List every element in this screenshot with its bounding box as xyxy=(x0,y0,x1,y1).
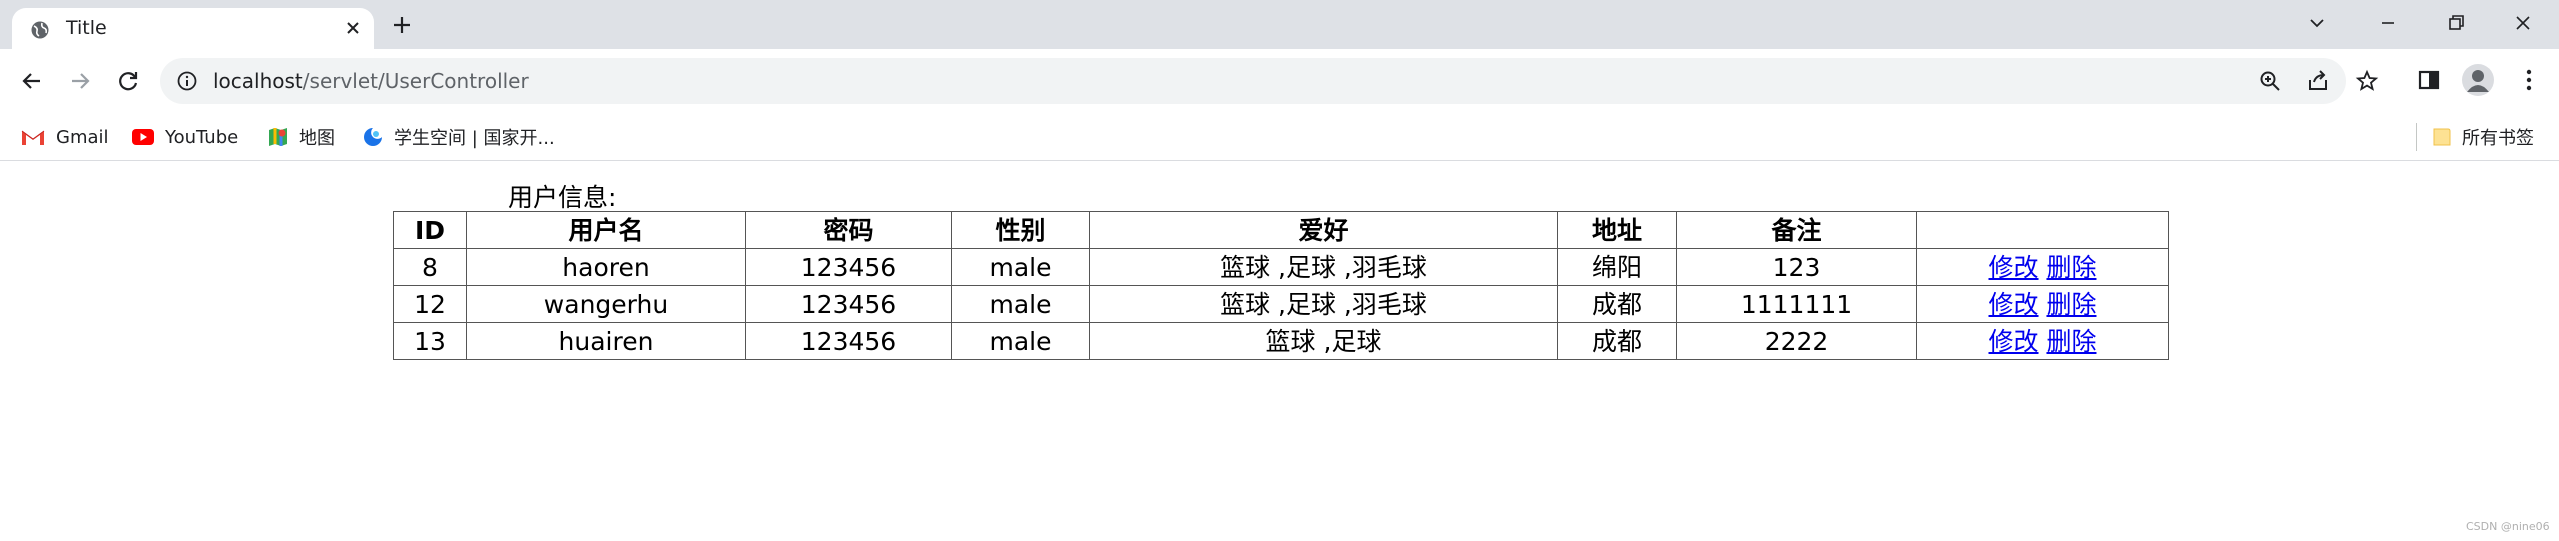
header-id: ID xyxy=(393,211,467,249)
bookmark-label: 地图 xyxy=(299,128,335,149)
page-content: 用户信息: ID 用户名 密码 性别 爱好 地址 备注 8 haoren 123… xyxy=(0,162,2559,541)
users-table: ID 用户名 密码 性别 爱好 地址 备注 8 haoren 123456 ma… xyxy=(393,211,2169,360)
edit-link[interactable]: 修改 xyxy=(1989,327,2039,356)
maps-icon xyxy=(269,128,287,146)
cell-username: wangerhu xyxy=(466,285,746,323)
all-bookmarks[interactable]: 所有书签 xyxy=(2432,123,2534,151)
share-icon[interactable] xyxy=(2306,69,2330,93)
cell-id: 13 xyxy=(393,322,467,360)
cell-address: 绵阳 xyxy=(1557,248,1677,286)
cell-note: 2222 xyxy=(1676,322,1917,360)
cell-password: 123456 xyxy=(745,322,952,360)
cell-address: 成都 xyxy=(1557,322,1677,360)
gmail-icon xyxy=(21,130,45,145)
delete-link[interactable]: 删除 xyxy=(2046,290,2096,319)
forward-arrow-icon[interactable] xyxy=(66,67,94,95)
all-bookmarks-label: 所有书签 xyxy=(2462,128,2534,149)
cell-gender: male xyxy=(951,248,1090,286)
site-info-icon[interactable] xyxy=(176,70,198,92)
table-row: 8 haoren 123456 male 篮球 ,足球 ,羽毛球 绵阳 123 … xyxy=(393,248,2169,286)
page-heading: 用户信息: xyxy=(508,183,617,212)
menu-kebab-icon[interactable] xyxy=(2515,66,2543,94)
bookmarks-divider xyxy=(2416,123,2417,151)
delete-link[interactable]: 删除 xyxy=(2046,253,2096,282)
header-actions xyxy=(1916,211,2169,249)
cell-password: 123456 xyxy=(745,248,952,286)
edit-link[interactable]: 修改 xyxy=(1989,253,2039,282)
header-password: 密码 xyxy=(745,211,952,249)
tab-title: Title xyxy=(66,17,107,39)
side-panel-icon[interactable] xyxy=(2415,66,2443,94)
cell-gender: male xyxy=(951,285,1090,323)
edit-link[interactable]: 修改 xyxy=(1989,290,2039,319)
youtube-icon xyxy=(132,129,154,145)
tab-strip: Title xyxy=(0,0,2559,49)
folder-icon xyxy=(2433,128,2451,146)
cell-actions: 修改 删除 xyxy=(1916,248,2169,286)
delete-link[interactable]: 删除 xyxy=(2046,327,2096,356)
profile-avatar[interactable] xyxy=(2462,64,2494,96)
table-row: 12 wangerhu 123456 male 篮球 ,足球 ,羽毛球 成都 1… xyxy=(393,285,2169,323)
close-tab-icon[interactable] xyxy=(342,17,364,39)
bookmark-student-space[interactable]: 学生空间 | 国家开... xyxy=(362,123,555,151)
cell-actions: 修改 删除 xyxy=(1916,322,2169,360)
url-path: /servlet/UserController xyxy=(302,69,529,93)
bookmarks-bar: Gmail YouTube 地图 学生空间 | 国家开... 所有书签 xyxy=(0,113,2559,161)
header-gender: 性别 xyxy=(951,211,1090,249)
browser-toolbar: localhost/servlet/UserController xyxy=(0,49,2559,113)
student-space-icon xyxy=(364,128,382,146)
person-icon xyxy=(2467,70,2489,92)
table-row: 13 huairen 123456 male 篮球 ,足球 成都 2222 修改… xyxy=(393,322,2169,360)
cell-hobby: 篮球 ,足球 ,羽毛球 xyxy=(1089,248,1558,286)
cell-id: 8 xyxy=(393,248,467,286)
cell-username: haoren xyxy=(466,248,746,286)
restore-icon[interactable] xyxy=(2443,10,2469,36)
globe-icon xyxy=(31,21,49,39)
bookmark-maps[interactable]: 地图 xyxy=(267,123,335,151)
tab-search-chevron-icon[interactable] xyxy=(2304,10,2330,36)
cell-id: 12 xyxy=(393,285,467,323)
cell-hobby: 篮球 ,足球 xyxy=(1089,322,1558,360)
bookmark-star-icon[interactable] xyxy=(2355,69,2379,93)
address-bar[interactable]: localhost/servlet/UserController xyxy=(160,58,2379,104)
new-tab-icon[interactable] xyxy=(390,13,414,37)
back-arrow-icon[interactable] xyxy=(18,67,46,95)
cell-address: 成都 xyxy=(1557,285,1677,323)
watermark: CSDN @nine06 xyxy=(2466,520,2550,533)
table-header-row: ID 用户名 密码 性别 爱好 地址 备注 xyxy=(393,211,2169,249)
url-host: localhost xyxy=(213,69,303,93)
minimize-icon[interactable] xyxy=(2375,10,2401,36)
cell-username: huairen xyxy=(466,322,746,360)
cell-note: 1111111 xyxy=(1676,285,1917,323)
cell-gender: male xyxy=(951,322,1090,360)
cell-note: 123 xyxy=(1676,248,1917,286)
url-text[interactable]: localhost/servlet/UserController xyxy=(213,69,529,93)
header-address: 地址 xyxy=(1557,211,1677,249)
header-hobby: 爱好 xyxy=(1089,211,1558,249)
cell-hobby: 篮球 ,足球 ,羽毛球 xyxy=(1089,285,1558,323)
header-note: 备注 xyxy=(1676,211,1917,249)
bookmark-label: Gmail xyxy=(56,126,109,148)
cell-password: 123456 xyxy=(745,285,952,323)
reload-icon[interactable] xyxy=(114,67,142,95)
zoom-icon[interactable] xyxy=(2258,69,2282,93)
bookmark-label: 学生空间 | 国家开... xyxy=(394,128,555,149)
header-username: 用户名 xyxy=(466,211,746,249)
bookmark-youtube[interactable]: YouTube xyxy=(131,123,238,151)
cell-actions: 修改 删除 xyxy=(1916,285,2169,323)
browser-tab[interactable]: Title xyxy=(12,8,374,49)
bookmark-gmail[interactable]: Gmail xyxy=(20,123,109,151)
close-window-icon[interactable] xyxy=(2510,10,2536,36)
bookmark-label: YouTube xyxy=(165,126,239,148)
